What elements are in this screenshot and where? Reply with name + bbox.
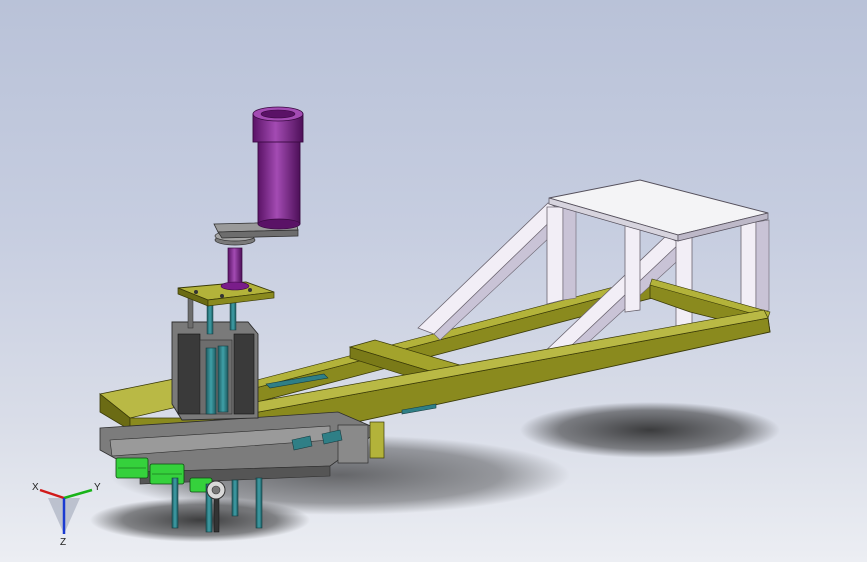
cad-model-view[interactable]	[0, 0, 867, 562]
y-axis-label: Y	[94, 482, 101, 493]
spindle-coupler	[214, 230, 256, 291]
top-plate	[548, 179, 769, 242]
z-axis-label: Z	[60, 537, 66, 546]
lift-tower	[171, 321, 259, 421]
x-axis-arrow	[39, 488, 65, 500]
axis-triad: X Y Z	[32, 482, 101, 546]
x-axis-label: X	[32, 482, 39, 493]
purple-motor	[252, 106, 304, 230]
y-axis-arrow	[63, 488, 93, 500]
cad-viewport[interactable]: X Y Z	[0, 0, 867, 562]
pulley-wheel	[206, 480, 226, 500]
